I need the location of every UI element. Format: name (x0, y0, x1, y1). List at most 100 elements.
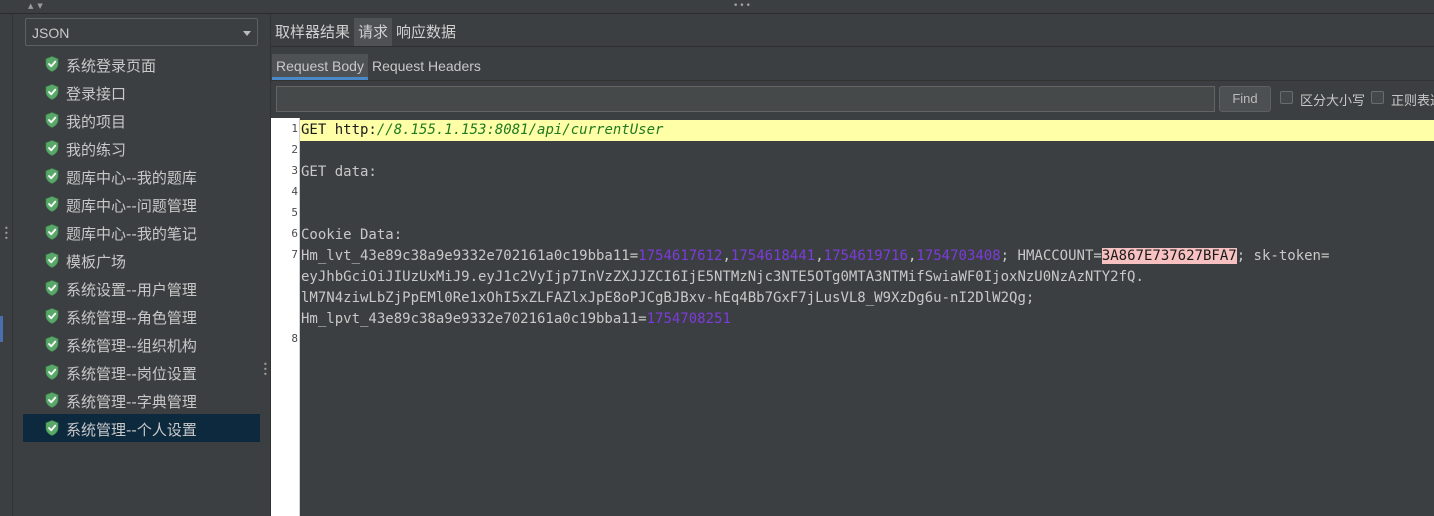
success-shield-icon (45, 84, 59, 100)
tree-item-label: 系统管理--组织机构 (66, 337, 197, 355)
tree-item-label: 题库中心--问题管理 (66, 197, 197, 215)
success-shield-icon (45, 252, 59, 268)
tree-item-label: 系统管理--角色管理 (66, 309, 197, 327)
success-shield-icon (45, 392, 59, 408)
success-shield-icon (45, 364, 59, 380)
timestamp: 1754617612 (638, 248, 723, 264)
result-tab[interactable]: 取样器结果 (271, 18, 354, 46)
cookie-hm-lpvt-line: Hm_lpvt_43e89c38a9e9332e702161a0c19bba11… (301, 309, 731, 330)
tree-item[interactable]: 系统管理--个人设置 (23, 414, 260, 442)
tree-item[interactable]: 系统管理--字典管理 (23, 386, 260, 414)
success-shield-icon (45, 308, 59, 324)
cookie-separator: ; HMACCOUNT= (1000, 248, 1102, 264)
sidebar: JSON 系统登录页面 登录接口我的项目我的练习题库中心--我的题库 题库中心--问… (14, 14, 262, 516)
token-line: lM7N4ziwLbZjPpEMl0Re1xOhI5xZLFAZlxJpE8oP… (301, 290, 1035, 306)
request-line: GET http://8.155.1.153:8081/api/currentU… (301, 120, 663, 141)
line-number: 2 (291, 143, 298, 156)
token-line: eyJhbGciOiJIUzUxMiJ9.eyJ1c2VyIjp7InVzZXJ… (301, 269, 1144, 285)
regex-checkbox[interactable] (1371, 91, 1384, 104)
timestamp: 1754618441 (730, 248, 816, 264)
tree-item[interactable]: 题库中心--问题管理 (23, 190, 260, 218)
tree-item[interactable]: 题库中心--我的笔记 (23, 218, 260, 246)
tree-item[interactable]: 我的项目 (23, 106, 260, 134)
timestamp: 1754703408 (916, 248, 1001, 264)
timestamp: 1754619716 (823, 248, 908, 264)
search-input[interactable] (276, 86, 1215, 112)
tree-item-label: 题库中心--我的题库 (66, 169, 197, 187)
sk-token-key: ; sk-token= (1236, 248, 1330, 264)
tree-item[interactable]: 系统管理--岗位设置 (23, 358, 260, 386)
jmeter-view-results-tree: ▲▼ ••• • • • JSON 系统登录页面 登录接口我的项目我的练习题库中心--… (0, 0, 1434, 516)
splitter-grip-icon[interactable]: ••• (733, 2, 752, 11)
collapse-arrows-icon[interactable]: ▲▼ (28, 2, 47, 10)
tree-item[interactable]: 题库中心--我的题库 (23, 162, 260, 190)
tree-item-label: 登录接口 (66, 85, 127, 103)
success-shield-icon (45, 112, 59, 128)
tree-item-label: 系统管理--个人设置 (66, 421, 197, 439)
tree-item[interactable]: 模板广场 (23, 246, 260, 274)
tree-item-label: 系统管理--字典管理 (66, 393, 197, 411)
success-shield-icon (45, 420, 59, 436)
result-tab[interactable]: 请求 (354, 18, 393, 46)
tree-item[interactable]: 系统设置--用户管理 (23, 274, 260, 302)
request-tab[interactable]: Request Body (272, 54, 368, 80)
line-number: 8 (291, 332, 298, 345)
tree-item[interactable]: 系统管理--组织机构 (23, 330, 260, 358)
get-data-line: GET data: (301, 164, 377, 180)
result-tabs: 取样器结果 请求 响应数据 (271, 18, 460, 46)
success-shield-icon (45, 56, 59, 72)
tree-item-label: 我的项目 (66, 113, 127, 131)
request-tab[interactable]: Request Headers (368, 54, 485, 80)
pane-splitter[interactable]: • • • (262, 14, 270, 516)
request-url[interactable]: //8.155.1.153:8081/api/currentUser (377, 122, 664, 138)
tree-item-label: 系统设置--用户管理 (66, 281, 197, 299)
search-bar: Find 区分大小写 正则表达 (271, 84, 1434, 116)
divider (271, 80, 1434, 81)
request-tabs: Request Body Request Headers (272, 54, 485, 80)
success-shield-icon (45, 336, 59, 352)
cookie-data-header: Cookie Data: (301, 227, 403, 243)
line-number: 5 (291, 206, 298, 219)
drag-handle-icon[interactable]: • • • (4, 225, 9, 243)
cookie-hm-lpvt-key: Hm_lpvt_43e89c38a9e9332e702161a0c19bba11 (301, 311, 639, 327)
case-sensitive-checkbox[interactable] (1280, 91, 1293, 104)
line-number-gutter: 1 2 3 4 5 6 7 8 (271, 118, 300, 516)
url-scheme: http: (334, 122, 377, 138)
cookie-equals: = (638, 311, 647, 327)
left-gutter: • • • (0, 14, 13, 516)
line-number: 7 (291, 248, 298, 261)
case-sensitive-label: 区分大小写 (1300, 94, 1366, 109)
regex-label: 正则表达 (1391, 94, 1434, 109)
result-tab[interactable]: 响应数据 (392, 18, 460, 46)
success-shield-icon (45, 224, 59, 240)
tree-item[interactable]: 登录接口 (23, 78, 260, 106)
sampler-tree: 系统登录页面 登录接口我的项目我的练习题库中心--我的题库 题库中心--问题管理 题库… (23, 50, 260, 442)
renderer-select[interactable]: JSON (25, 18, 258, 46)
tree-item[interactable]: 系统登录页面 (23, 50, 260, 78)
find-button[interactable]: Find (1219, 86, 1271, 112)
timestamp: 1754708251 (646, 311, 731, 327)
request-body-editor[interactable]: 1 2 3 4 5 6 7 8 GET http://8.155.1.153:8… (271, 118, 1434, 516)
line-number: 3 (291, 164, 298, 177)
drag-handle-icon[interactable]: • • • (263, 361, 268, 379)
chevron-down-icon[interactable] (243, 31, 251, 36)
renderer-select-value: JSON (32, 25, 70, 41)
cookie-equals: = (629, 248, 639, 264)
result-pane: 取样器结果 请求 响应数据 Request Body Request Headers … (270, 14, 1434, 516)
cookie-line: Hm_lvt_43e89c38a9e9332e702161a0c19bba11=… (301, 248, 1330, 264)
line-number: 1 (291, 122, 298, 135)
tree-item-label: 模板广场 (66, 253, 127, 271)
tree-item[interactable]: 系统管理--角色管理 (23, 302, 260, 330)
success-shield-icon (45, 140, 59, 156)
tree-item-label: 系统登录页面 (66, 57, 157, 75)
divider (271, 46, 1434, 47)
success-shield-icon (45, 168, 59, 184)
success-shield-icon (45, 196, 59, 212)
line-number: 6 (291, 227, 298, 240)
tree-item-label: 题库中心--我的笔记 (66, 225, 197, 243)
top-bar: ▲▼ ••• (0, 0, 1434, 14)
gutter-marker (0, 316, 3, 342)
hmaccount-value: 3A867E737627BFA7 (1101, 248, 1237, 264)
cookie-hm-lvt-key: Hm_lvt_43e89c38a9e9332e702161a0c19bba11 (301, 248, 630, 264)
tree-item[interactable]: 我的练习 (23, 134, 260, 162)
